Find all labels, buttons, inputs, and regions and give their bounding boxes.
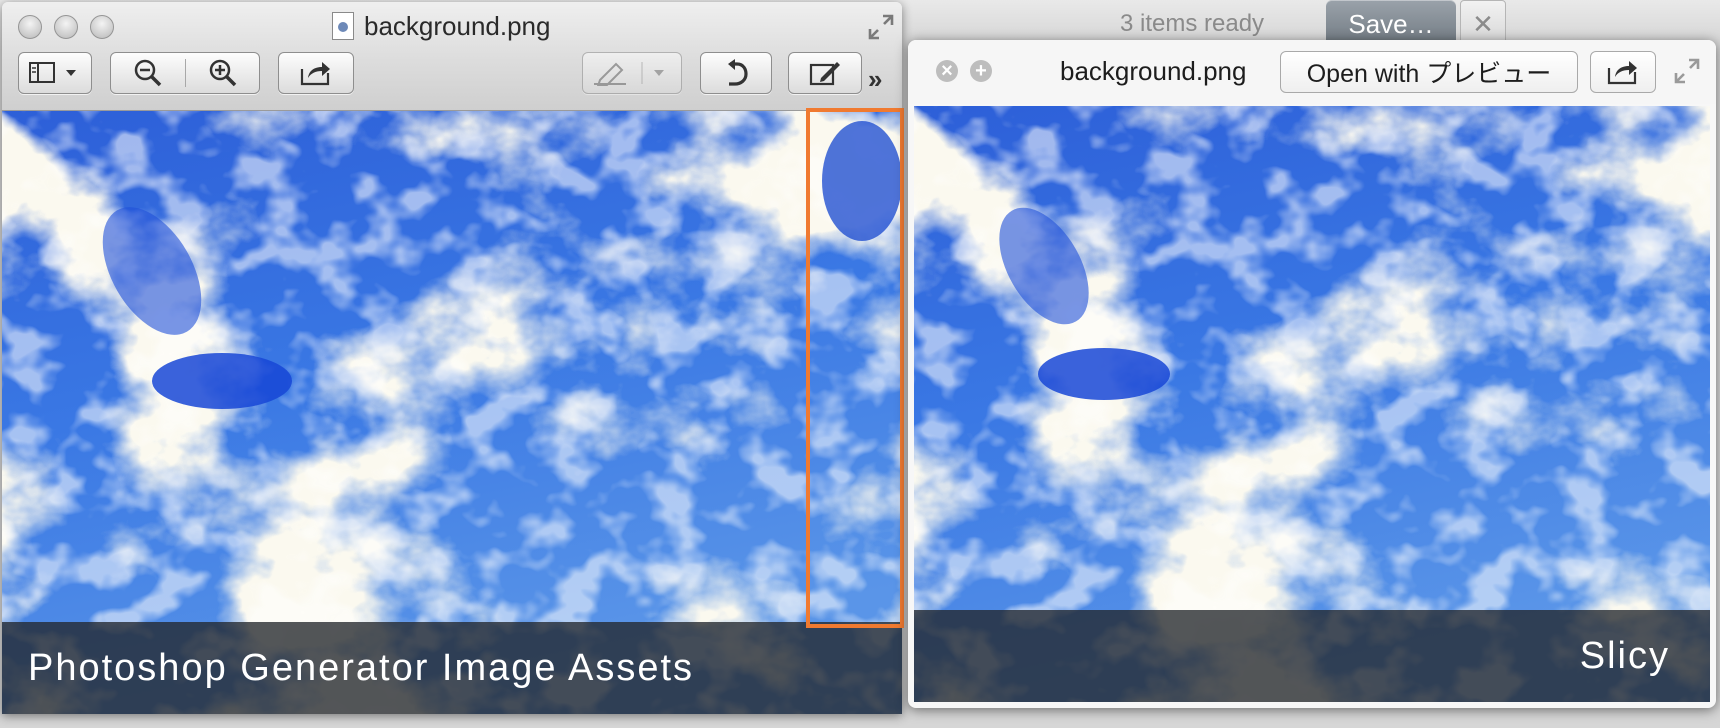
zoom-icon[interactable] xyxy=(90,15,114,39)
zoom-out-icon xyxy=(134,59,162,87)
caption-bar: Slicy xyxy=(914,610,1710,702)
document-icon xyxy=(332,12,354,40)
window-title-text: background.png xyxy=(364,10,551,41)
zoom-out-button[interactable] xyxy=(111,53,185,93)
add-icon[interactable]: + xyxy=(970,60,992,82)
share-icon xyxy=(1607,61,1637,85)
zoom-button-group xyxy=(110,52,260,94)
toolbar-overflow-icon[interactable]: » xyxy=(868,64,882,95)
highlight-button[interactable] xyxy=(582,52,682,94)
quicklook-toolbar: × + background.png Open with プレビュー xyxy=(908,40,1716,104)
caption-text: Photoshop Generator Image Assets xyxy=(28,647,695,689)
quicklook-title: background.png xyxy=(1060,56,1247,86)
window-title: background.png xyxy=(332,8,550,44)
image-canvas: Photoshop Generator Image Assets xyxy=(2,111,902,714)
edit-button[interactable] xyxy=(788,52,862,94)
caption-text: Slicy xyxy=(1579,635,1670,677)
edit-icon xyxy=(809,62,840,86)
close-icon[interactable]: × xyxy=(936,60,958,82)
sidebar-view-button[interactable] xyxy=(18,52,92,94)
fullscreen-icon[interactable] xyxy=(1672,56,1702,86)
highlight-rectangle xyxy=(806,108,904,628)
rotate-icon xyxy=(728,59,748,86)
highlight-icon xyxy=(594,62,664,86)
preview-window: background.png » Photoshop Generator Ima… xyxy=(2,2,902,714)
open-with-button[interactable]: Open with プレビュー xyxy=(1280,51,1578,93)
open-with-label: Open with プレビュー xyxy=(1306,60,1552,88)
quicklook-image: Slicy xyxy=(914,106,1710,702)
minimize-icon[interactable] xyxy=(54,15,78,39)
items-ready-status: 3 items ready xyxy=(1120,10,1265,37)
fullscreen-icon[interactable] xyxy=(866,12,896,42)
preview-titlebar: background.png » xyxy=(2,2,902,111)
share-button[interactable] xyxy=(278,52,354,94)
share-icon xyxy=(300,62,330,86)
caption-bar: Photoshop Generator Image Assets xyxy=(2,622,902,714)
quicklook-window: × + background.png Open with プレビュー Slicy xyxy=(908,40,1716,708)
sidebar-icon xyxy=(29,62,76,83)
rotate-button[interactable] xyxy=(700,52,772,94)
zoom-in-button[interactable] xyxy=(186,53,260,93)
share-button[interactable] xyxy=(1590,51,1656,93)
close-icon[interactable] xyxy=(18,15,42,39)
zoom-in-icon xyxy=(209,59,237,87)
